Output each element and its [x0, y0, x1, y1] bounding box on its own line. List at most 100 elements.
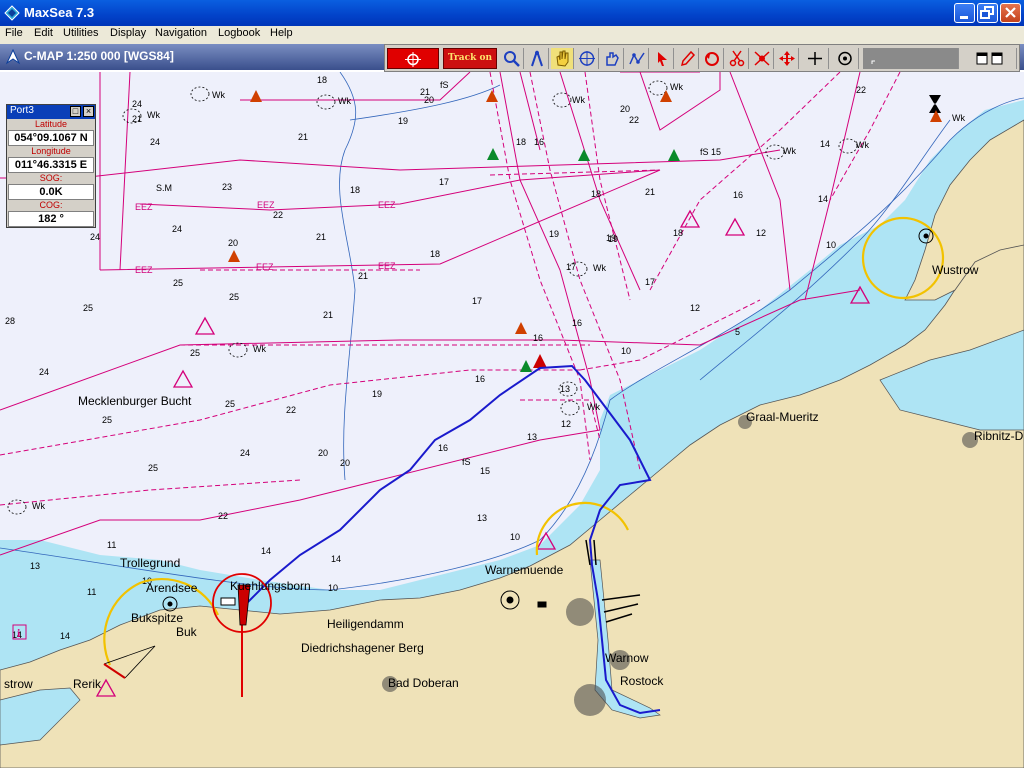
resize-corner-icon: [871, 60, 875, 64]
place-kuehlungsborn: Kuehlungsborn: [230, 579, 311, 593]
position-panel[interactable]: Port3 □ × Latitude 054°09.1067 N Longitu…: [6, 104, 96, 228]
place-buk: Buk: [176, 625, 198, 639]
depth-sounding: 15: [480, 466, 490, 476]
wreck-label: Wk: [212, 90, 225, 100]
depth-sounding: 25: [173, 278, 183, 288]
panel-titlebar[interactable]: Port3 □ ×: [7, 105, 95, 119]
depth-sounding: 18: [317, 75, 327, 85]
depth-sounding: 11: [107, 540, 116, 550]
menu-navigation[interactable]: Navigation: [155, 27, 207, 39]
route-tool-button[interactable]: [626, 48, 649, 69]
depth-sounding: 21: [358, 271, 368, 281]
window-layout-button[interactable]: [963, 48, 1017, 69]
restore-button[interactable]: [977, 3, 998, 23]
place-arendsee: Arendsee: [146, 581, 198, 595]
depth-sounding: 19: [606, 233, 616, 243]
close-icon: [1005, 7, 1016, 18]
depth-sounding: 10: [621, 346, 631, 356]
menu-logbook[interactable]: Logbook: [218, 27, 260, 39]
menu-help[interactable]: Help: [270, 27, 293, 39]
panel-maximize-icon[interactable]: □: [70, 106, 81, 117]
place-bukspitze: Bukspitze: [131, 611, 183, 625]
wreck-label: Wk: [783, 146, 796, 156]
grab-tool-button[interactable]: [601, 48, 624, 69]
place-rerik: Rerik: [73, 677, 102, 691]
depth-sounding: 24: [240, 448, 250, 458]
eez-label: EEZ: [135, 202, 153, 212]
toolbar-spacer: [863, 48, 959, 69]
wreck-label: Wk: [572, 95, 585, 105]
depth-sounding: 5: [735, 327, 740, 337]
menu-utilities[interactable]: Utilities: [63, 27, 98, 39]
waypoints-tool-button[interactable]: [751, 48, 774, 69]
depth-sounding: 18: [350, 185, 360, 195]
window-title: MaxSea 7.3: [24, 5, 95, 20]
depth-sounding: 24: [150, 137, 160, 147]
nautical-chart[interactable]: 24 21 24 21 24 24 25 28 25 25 24 25 25 2…: [0, 72, 1024, 768]
menu-bar: File Edit Utilities Display Navigation L…: [0, 26, 1024, 44]
depth-sounding: 12: [756, 228, 766, 238]
boat-center-button[interactable]: [831, 48, 859, 69]
menu-display[interactable]: Display: [110, 27, 146, 39]
depth-sounding: 15: [711, 147, 721, 157]
mob-button[interactable]: [387, 48, 439, 69]
contour-label: 10: [328, 583, 338, 593]
minimize-icon: [960, 16, 968, 19]
crosshair-circle-icon: [579, 51, 595, 66]
window-tiles-icon: [976, 52, 1002, 65]
route-path-icon: [629, 52, 645, 65]
depth-sounding: 16: [475, 374, 485, 384]
pencil-tool-button[interactable]: [676, 48, 699, 69]
cog-label: COG:: [7, 200, 95, 211]
place-rostock: Rostock: [620, 674, 664, 688]
hand-icon: [556, 50, 569, 67]
track-on-button[interactable]: Track on: [443, 48, 497, 69]
map-toolbar: Track on: [384, 44, 1020, 72]
depth-sounding: 19: [372, 389, 382, 399]
cursor-tool-button[interactable]: [651, 48, 674, 69]
wreck-label: Wk: [147, 110, 160, 120]
compass-tool-button[interactable]: [526, 48, 549, 69]
target-dot-icon: [837, 51, 852, 66]
panel-close-icon[interactable]: ×: [83, 106, 94, 117]
eez-label: EEZ: [378, 200, 396, 210]
seabed-label: fS: [440, 80, 449, 90]
depth-sounding: 17: [645, 277, 655, 287]
depth-sounding: 25: [229, 292, 239, 302]
waypoints-icon: [754, 51, 770, 66]
plus-icon: [807, 52, 822, 65]
place-ribnitz: Ribnitz-D: [974, 429, 1024, 443]
menu-edit[interactable]: Edit: [34, 27, 53, 39]
longitude-value: 011°46.3315 E: [8, 157, 94, 173]
depth-sounding: 17: [472, 296, 482, 306]
depth-sounding: 24: [172, 224, 182, 234]
wreck-label: Wk: [856, 140, 869, 150]
place-wustrow: Wustrow: [932, 263, 979, 277]
depth-sounding: 21: [316, 232, 326, 242]
place-mecklenburger-bucht: Mecklenburger Bucht: [78, 394, 192, 408]
red-arrow-icon: [658, 52, 667, 66]
zoom-tool-button[interactable]: [501, 48, 524, 69]
depth-sounding: 14: [818, 194, 828, 204]
crosshair-tool-button[interactable]: [801, 48, 829, 69]
undo-tool-button[interactable]: [701, 48, 724, 69]
menu-file[interactable]: File: [5, 27, 23, 39]
place-diedrichshagener-berg: Diedrichshagener Berg: [301, 641, 424, 655]
cut-tool-button[interactable]: [726, 48, 749, 69]
center-tool-button[interactable]: [576, 48, 599, 69]
depth-sounding: 21: [323, 310, 333, 320]
minimize-button[interactable]: [954, 3, 975, 23]
depth-sounding: 11: [87, 587, 96, 597]
maxsea-app-icon: [4, 5, 20, 21]
grab-hand-icon: [606, 52, 619, 66]
seabed-label: fS: [462, 457, 471, 467]
seabed-label: S.M: [156, 183, 172, 193]
move-tool-button[interactable]: [776, 48, 799, 69]
chart-scale-label: C-MAP 1:250 000 [WGS84]: [24, 49, 174, 63]
contour-label: 20: [340, 458, 350, 468]
close-button[interactable]: [1000, 3, 1021, 23]
depth-sounding: 24: [90, 232, 100, 242]
wreck-label: Wk: [670, 82, 683, 92]
pan-tool-button[interactable]: [551, 48, 574, 69]
depth-sounding: 14: [331, 554, 341, 564]
